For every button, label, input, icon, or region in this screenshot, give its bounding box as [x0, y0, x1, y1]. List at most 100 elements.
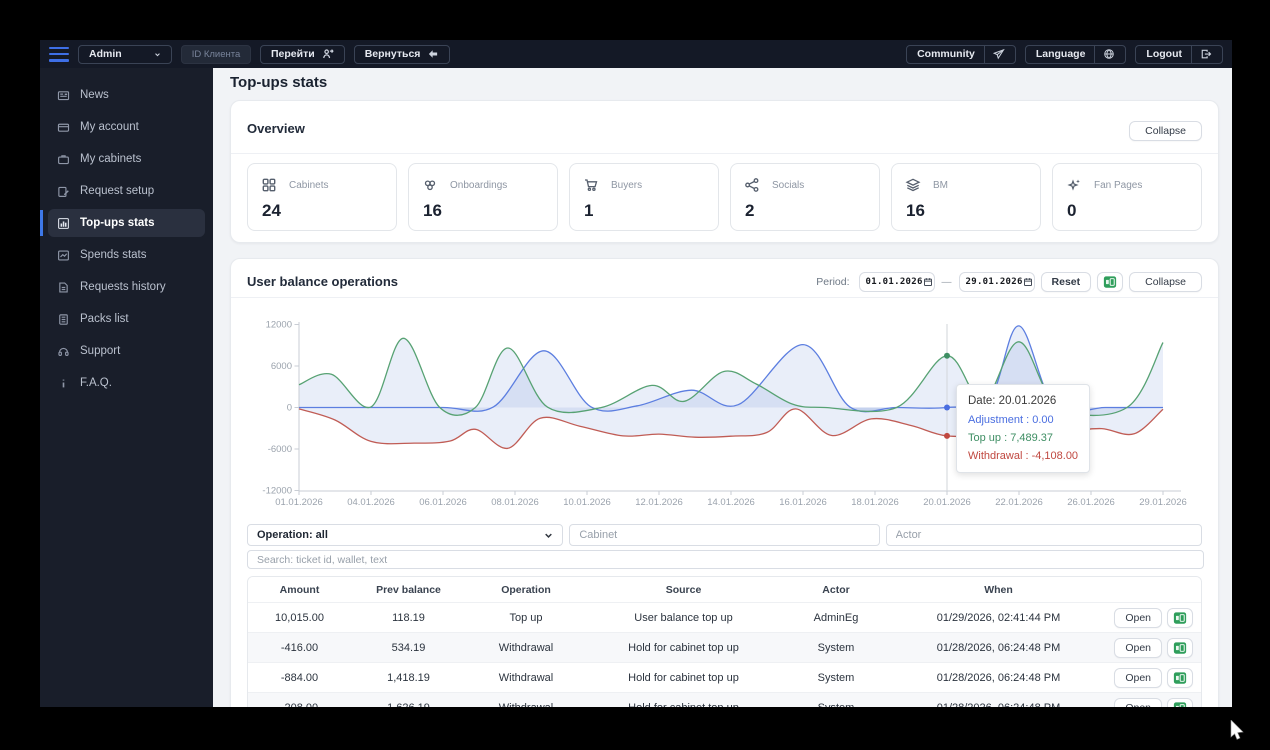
- svg-text:12.01.2026: 12.01.2026: [635, 497, 683, 508]
- open-button[interactable]: Open: [1114, 637, 1162, 658]
- sidebar-item-news[interactable]: News: [48, 81, 205, 109]
- export-excel-button[interactable]: [1167, 607, 1193, 628]
- bar-chart-icon: [57, 217, 70, 230]
- chevron-down-icon: [154, 51, 161, 58]
- sidebar-item-request-setup[interactable]: Request setup: [48, 177, 205, 205]
- stat-value: 0: [1067, 201, 1077, 220]
- stat-label: Onboardings: [450, 179, 508, 191]
- stat-value: 24: [262, 201, 281, 220]
- svg-text:22.01.2026: 22.01.2026: [995, 497, 1043, 508]
- sidebar-item-label: News: [80, 89, 109, 101]
- sidebar-item-label: My cabinets: [80, 153, 142, 165]
- sidebar-item-support[interactable]: Support: [48, 337, 205, 365]
- prev-balance-cell: 118.19: [392, 611, 425, 624]
- date-range-separator: —: [941, 276, 952, 288]
- date-from-value: 01.01.2026: [865, 277, 923, 287]
- open-button[interactable]: Open: [1114, 607, 1162, 628]
- sidebar-item-label: F.A.Q.: [80, 377, 112, 389]
- stat-tile-cabinets: Cabinets 24: [247, 163, 397, 231]
- cabinet-input[interactable]: [569, 524, 880, 546]
- svg-text:12000: 12000: [266, 320, 292, 331]
- calendar-icon: [923, 277, 933, 287]
- logout-button[interactable]: Logout: [1135, 44, 1223, 64]
- sidebar-item-spends-stats[interactable]: Spends stats: [48, 241, 205, 269]
- stat-label: Socials: [772, 179, 805, 191]
- date-to-input[interactable]: 29.01.2026: [958, 272, 1035, 292]
- back-button[interactable]: Вернуться: [353, 44, 451, 64]
- overview-collapse-button[interactable]: Collapse: [1129, 121, 1202, 141]
- svg-text:26.01.2026: 26.01.2026: [1067, 497, 1115, 508]
- svg-text:18.01.2026: 18.01.2026: [851, 497, 899, 508]
- svg-text:20.01.2026: 20.01.2026: [923, 497, 971, 508]
- svg-text:0: 0: [287, 403, 292, 414]
- go-button[interactable]: Перейти: [260, 44, 345, 64]
- operation-select[interactable]: Operation: all: [247, 524, 564, 546]
- operation-cell: Withdrawal: [498, 671, 554, 684]
- admin-dropdown[interactable]: Admin: [78, 44, 172, 64]
- logout-label: Logout: [1146, 48, 1182, 60]
- sidebar-item-label: Top-ups stats: [80, 217, 155, 229]
- cart-icon: [583, 177, 599, 193]
- svg-text:29.01.2026: 29.01.2026: [1139, 497, 1187, 508]
- grid-icon: [261, 177, 277, 193]
- sidebar-item-packs-list[interactable]: Packs list: [48, 305, 205, 333]
- operation-select-value: Operation: all: [257, 529, 328, 541]
- divider: [231, 297, 1218, 298]
- person-arrow-icon: [322, 48, 334, 60]
- source-cell: Hold for cabinet top up: [586, 693, 781, 708]
- overview-tiles: Cabinets 24 Onboardings 16 Buyers 1 Soci…: [247, 163, 1202, 231]
- sidebar-item-my-account[interactable]: My account: [48, 113, 205, 141]
- info-icon: [57, 377, 70, 390]
- svg-text:10.01.2026: 10.01.2026: [563, 497, 611, 508]
- prev-balance-cell: 1,626.19: [351, 693, 466, 708]
- app-window: Admin Перейти Вернуться Community Langua…: [40, 40, 1232, 707]
- tooltip-row: Withdrawal : -4,108.00: [968, 450, 1079, 462]
- sidebar-item-my-cabinets[interactable]: My cabinets: [48, 145, 205, 173]
- admin-label: Admin: [89, 48, 122, 60]
- sidebar-item-label: My account: [80, 121, 139, 133]
- stat-value: 1: [584, 201, 594, 220]
- column-header-operation: Operation: [501, 583, 551, 596]
- reset-button[interactable]: Reset: [1040, 272, 1092, 292]
- back-label: Вернуться: [364, 48, 421, 60]
- sidebar-item-top-ups-stats[interactable]: Top-ups stats: [40, 209, 205, 237]
- stat-label: Cabinets: [289, 179, 329, 191]
- open-button[interactable]: Open: [1114, 697, 1162, 707]
- export-excel-button[interactable]: [1097, 272, 1124, 292]
- sidebar-item-faq[interactable]: F.A.Q.: [48, 369, 205, 397]
- briefcase-icon: [57, 153, 70, 166]
- excel-icon: [1104, 276, 1117, 288]
- amount-cell: -416.00: [280, 641, 319, 654]
- open-button[interactable]: Open: [1114, 667, 1162, 688]
- stat-value: 16: [906, 201, 925, 220]
- sidebar-item-requests-history[interactable]: Requests history: [48, 273, 205, 301]
- client-id-input[interactable]: [181, 44, 251, 64]
- sidebar-item-label: Request setup: [80, 185, 155, 197]
- date-from-input[interactable]: 01.01.2026: [858, 272, 935, 292]
- sidebar-item-label: Packs list: [80, 313, 129, 325]
- actor-cell: AdminEg: [813, 611, 859, 624]
- trend-chart-icon: [57, 249, 70, 262]
- svg-text:-12000: -12000: [262, 486, 292, 497]
- file-text-icon: [57, 281, 70, 294]
- excel-icon: [1173, 641, 1187, 654]
- export-excel-button[interactable]: [1167, 637, 1193, 658]
- operation-cell: Withdrawal: [498, 641, 554, 654]
- hamburger-menu-icon[interactable]: [49, 46, 69, 62]
- export-excel-button[interactable]: [1167, 697, 1193, 707]
- main-content: Top-ups stats Overview Collapse Cabinets…: [213, 68, 1232, 707]
- language-button[interactable]: Language: [1024, 44, 1127, 64]
- when-cell: 01/28/2026, 06:24:48 PM: [936, 641, 1061, 654]
- amount-cell: -208.00: [248, 693, 351, 708]
- table-row: -416.00 534.19 Withdrawal Hold for cabinet …: [248, 632, 1201, 662]
- operations-collapse-button[interactable]: Collapse: [1129, 272, 1202, 292]
- actor-cell: System: [817, 671, 855, 684]
- sidebar-item-label: Support: [80, 345, 121, 357]
- actor-input[interactable]: [885, 524, 1202, 546]
- svg-text:-6000: -6000: [268, 444, 292, 455]
- operation-cell: Withdrawal: [466, 693, 586, 708]
- export-excel-button[interactable]: [1167, 667, 1193, 688]
- search-input[interactable]: [247, 550, 1204, 569]
- community-button[interactable]: Community: [906, 44, 1016, 64]
- svg-text:6000: 6000: [271, 361, 292, 372]
